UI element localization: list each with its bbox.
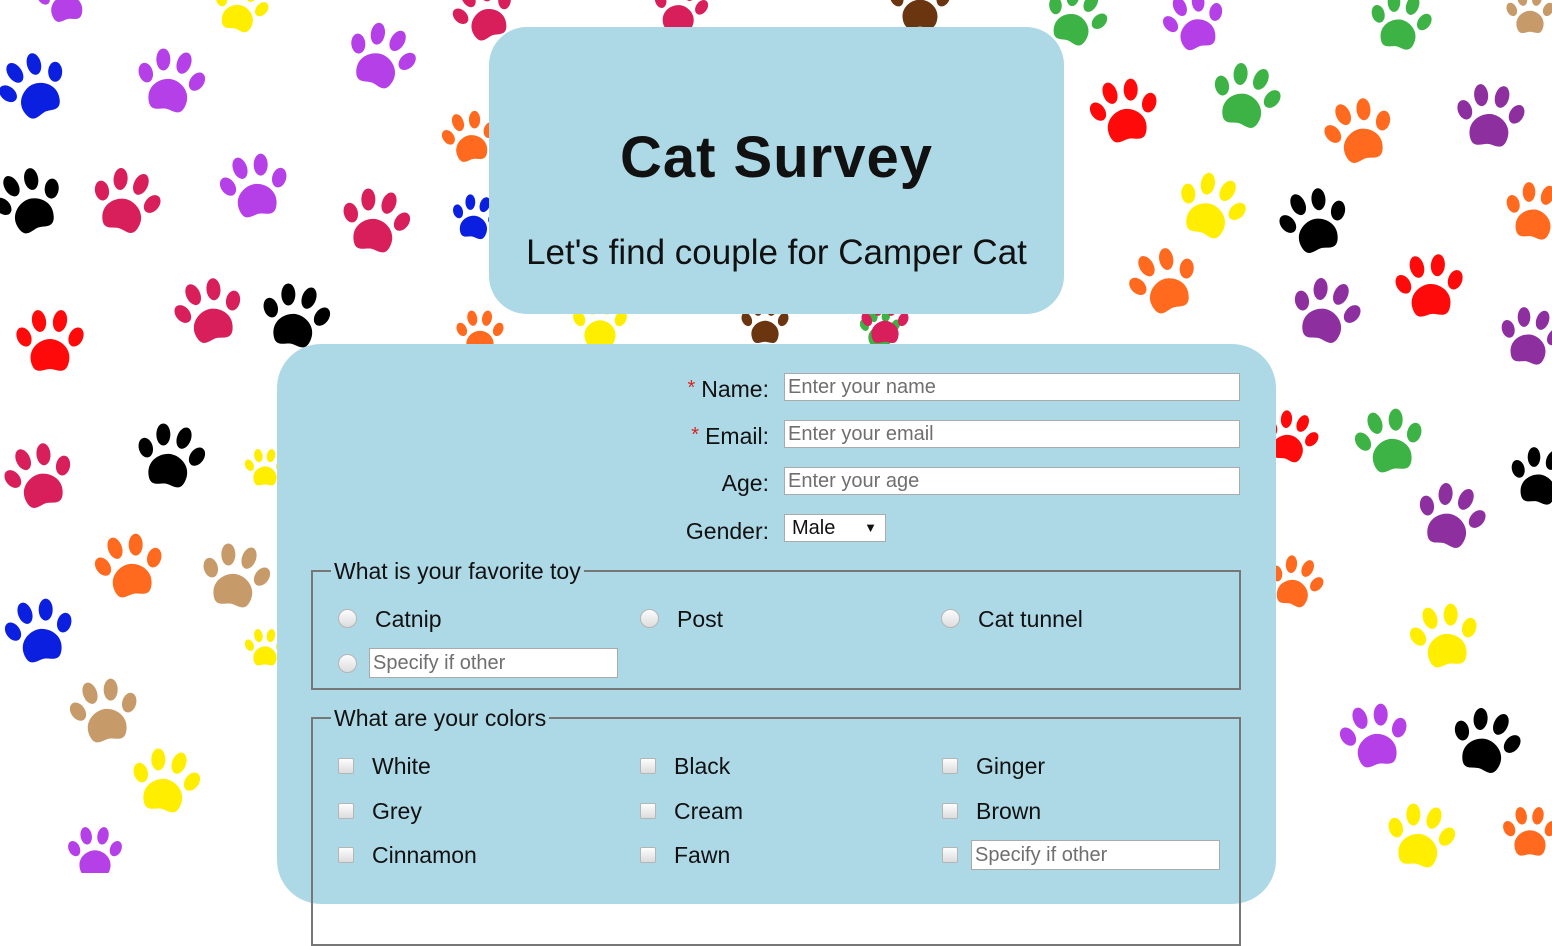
toy-other-input[interactable] — [369, 648, 618, 678]
color-option-brown[interactable]: Brown — [942, 797, 1041, 825]
paw-print-icon — [1163, 0, 1223, 51]
paw-print-icon — [94, 167, 161, 233]
gender-select[interactable]: Male ▼ — [784, 514, 886, 542]
checkbox[interactable] — [640, 802, 656, 819]
checkbox[interactable] — [338, 757, 354, 774]
radio-button[interactable] — [640, 609, 659, 629]
paw-print-icon — [1371, 0, 1432, 50]
paw-print-icon — [1089, 78, 1157, 143]
page-title: Cat Survey — [619, 125, 934, 190]
name-input[interactable] — [784, 373, 1240, 401]
email-label: * Email: — [691, 423, 769, 449]
paw-print-icon — [215, 0, 269, 33]
color-option-grey[interactable]: Grey — [338, 797, 422, 825]
paw-print-icon — [1395, 254, 1463, 317]
toy-option-post[interactable]: Post — [640, 605, 723, 633]
checkbox[interactable] — [942, 757, 958, 774]
paw-print-icon — [1324, 98, 1391, 163]
header-card: Cat Survey Let's find couple for Camper … — [489, 27, 1064, 314]
paw-print-icon — [889, 0, 951, 29]
paw-print-icon — [1354, 408, 1422, 473]
paw-print-icon — [1506, 182, 1552, 240]
radio-button[interactable] — [338, 609, 357, 629]
paw-print-icon — [69, 678, 137, 743]
paw-print-icon — [1506, 0, 1552, 34]
toy-option-cat-tunnel[interactable]: Cat tunnel — [941, 605, 1083, 633]
paw-print-icon — [203, 543, 271, 608]
toy-option-other[interactable] — [338, 650, 357, 678]
color-option-black[interactable]: Black — [640, 752, 730, 780]
paw-print-icon — [1409, 603, 1477, 668]
color-option-other[interactable] — [942, 841, 958, 869]
name-label: * Name: — [687, 376, 769, 402]
required-marker: * — [691, 424, 700, 446]
colors-group: What are your colors White Black Ginger … — [311, 706, 1241, 946]
paw-print-icon — [4, 598, 72, 663]
checkbox[interactable] — [640, 757, 656, 774]
favorite-toy-group: What is your favorite toy Catnip Post Ca… — [311, 559, 1241, 690]
paw-print-icon — [263, 283, 331, 348]
age-row: Age: — [277, 466, 1276, 500]
paw-print-icon — [0, 168, 59, 234]
favorite-toy-legend: What is your favorite toy — [334, 558, 581, 584]
paw-print-icon — [1129, 248, 1194, 314]
page-subtitle: Let's find couple for Camper Cat — [526, 233, 1027, 272]
checkbox[interactable] — [640, 846, 656, 863]
paw-print-icon — [1501, 307, 1552, 365]
paw-print-icon — [16, 310, 84, 371]
email-input[interactable] — [784, 420, 1240, 448]
paw-print-icon — [1419, 482, 1486, 548]
dropdown-arrow-icon: ▼ — [864, 520, 877, 535]
required-marker: * — [687, 377, 696, 399]
paw-print-icon — [138, 423, 206, 488]
paw-print-icon — [1214, 62, 1281, 128]
survey-form: *Name: *Email: Age: Gender: Male ▼ What … — [277, 344, 1276, 946]
paw-print-icon — [36, 0, 83, 22]
paw-print-icon — [1457, 84, 1525, 147]
colors-legend: What are your colors — [334, 705, 547, 731]
color-other-input[interactable] — [971, 840, 1220, 870]
checkbox[interactable] — [942, 846, 958, 863]
email-row: * Email: — [277, 419, 1276, 453]
paw-print-icon — [68, 827, 122, 873]
gender-label: Gender: — [685, 518, 769, 544]
paw-print-icon — [1388, 803, 1456, 868]
toy-option-catnip[interactable]: Catnip — [338, 605, 441, 633]
checkbox[interactable] — [338, 802, 354, 819]
paw-print-icon — [1294, 277, 1361, 343]
paw-print-icon — [351, 22, 416, 89]
age-label: Age: — [721, 470, 769, 496]
paw-print-icon — [94, 533, 162, 598]
paw-print-icon — [1181, 172, 1246, 239]
gender-row: Gender: Male ▼ — [277, 514, 1276, 548]
paw-print-icon — [219, 153, 287, 218]
radio-button[interactable] — [338, 654, 357, 674]
paw-print-icon — [1511, 447, 1552, 505]
paw-print-icon — [1339, 703, 1407, 768]
paw-print-icon — [1503, 807, 1552, 856]
checkbox[interactable] — [942, 802, 958, 819]
name-row: * Name: — [277, 372, 1276, 406]
radio-button[interactable] — [941, 609, 960, 629]
paw-print-icon — [1454, 707, 1521, 773]
paw-print-icon — [4, 443, 71, 508]
paw-print-icon — [1279, 188, 1346, 253]
paw-print-icon — [138, 48, 206, 113]
age-input[interactable] — [784, 467, 1240, 495]
paw-print-icon — [0, 53, 63, 119]
color-option-white[interactable]: White — [338, 752, 431, 780]
gender-selected-value: Male — [792, 517, 836, 539]
color-option-cinnamon[interactable]: Cinnamon — [338, 841, 477, 869]
paw-print-icon — [343, 188, 411, 253]
color-option-ginger[interactable]: Ginger — [942, 752, 1045, 780]
paw-print-icon — [174, 278, 241, 343]
color-option-fawn[interactable]: Fawn — [640, 841, 730, 869]
color-option-cream[interactable]: Cream — [640, 797, 743, 825]
checkbox[interactable] — [338, 846, 354, 863]
paw-print-icon — [133, 748, 201, 813]
